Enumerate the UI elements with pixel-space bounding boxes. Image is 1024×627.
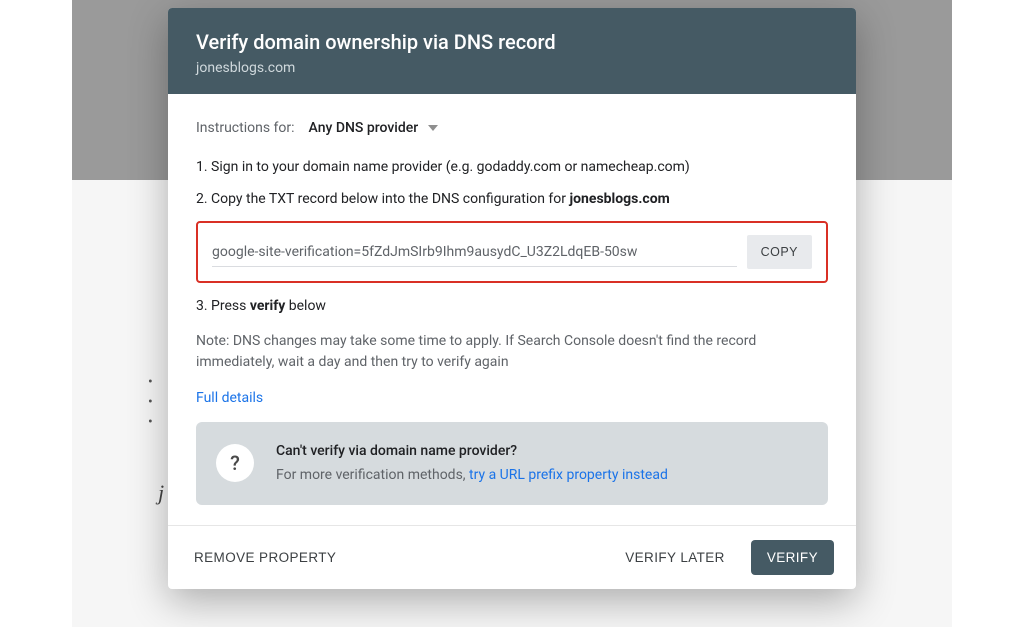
alt-content: Can't verify via domain name provider? F…: [276, 440, 668, 487]
step-3-suffix: below: [285, 298, 326, 314]
copy-button[interactable]: COPY: [747, 235, 812, 269]
alt-verification-box: ? Can't verify via domain name provider?…: [196, 422, 828, 505]
modal-title: Verify domain ownership via DNS record: [196, 30, 828, 54]
background-partial-text: j: [158, 480, 164, 506]
step-3-strong: verify: [250, 298, 285, 314]
step-3: 3. Press verify below: [196, 297, 828, 317]
modal-header: Verify domain ownership via DNS record j…: [168, 8, 856, 94]
page-gutter-right: [952, 0, 1024, 627]
step-2: 2. Copy the TXT record below into the DN…: [196, 190, 828, 210]
step-2-domain: jonesblogs.com: [570, 191, 670, 207]
dns-provider-value: Any DNS provider: [309, 120, 419, 136]
step-3-prefix: 3. Press: [196, 298, 250, 314]
verify-button[interactable]: VERIFY: [751, 540, 834, 575]
txt-record-box: COPY: [196, 221, 828, 283]
alt-subtitle: For more verification methods, try a URL…: [276, 464, 668, 486]
verify-later-button[interactable]: VERIFY LATER: [621, 542, 729, 573]
alt-title: Can't verify via domain name provider?: [276, 440, 668, 462]
chevron-down-icon: [428, 125, 438, 131]
help-icon: ?: [216, 444, 254, 482]
url-prefix-link[interactable]: try a URL prefix property instead: [469, 467, 668, 483]
modal-body: Instructions for: Any DNS provider 1. Si…: [168, 94, 856, 515]
dns-note: Note: DNS changes may take some time to …: [196, 331, 828, 373]
modal-domain: jonesblogs.com: [196, 60, 828, 76]
txt-record-input[interactable]: [212, 238, 737, 267]
page-gutter-left: [0, 0, 72, 627]
background-bullet-list: •••: [148, 372, 153, 432]
instructions-row: Instructions for: Any DNS provider: [196, 120, 828, 136]
dns-provider-select[interactable]: Any DNS provider: [309, 120, 439, 136]
question-mark-icon: ?: [230, 451, 240, 475]
alt-subtitle-prefix: For more verification methods,: [276, 467, 469, 483]
step-1: 1. Sign in to your domain name provider …: [196, 158, 828, 178]
remove-property-button[interactable]: REMOVE PROPERTY: [190, 542, 340, 573]
modal-footer: REMOVE PROPERTY VERIFY LATER VERIFY: [168, 525, 856, 589]
step-2-prefix: 2. Copy the TXT record below into the DN…: [196, 191, 570, 207]
instructions-label: Instructions for:: [196, 120, 295, 136]
verify-domain-modal: Verify domain ownership via DNS record j…: [168, 8, 856, 589]
full-details-link[interactable]: Full details: [196, 390, 263, 406]
